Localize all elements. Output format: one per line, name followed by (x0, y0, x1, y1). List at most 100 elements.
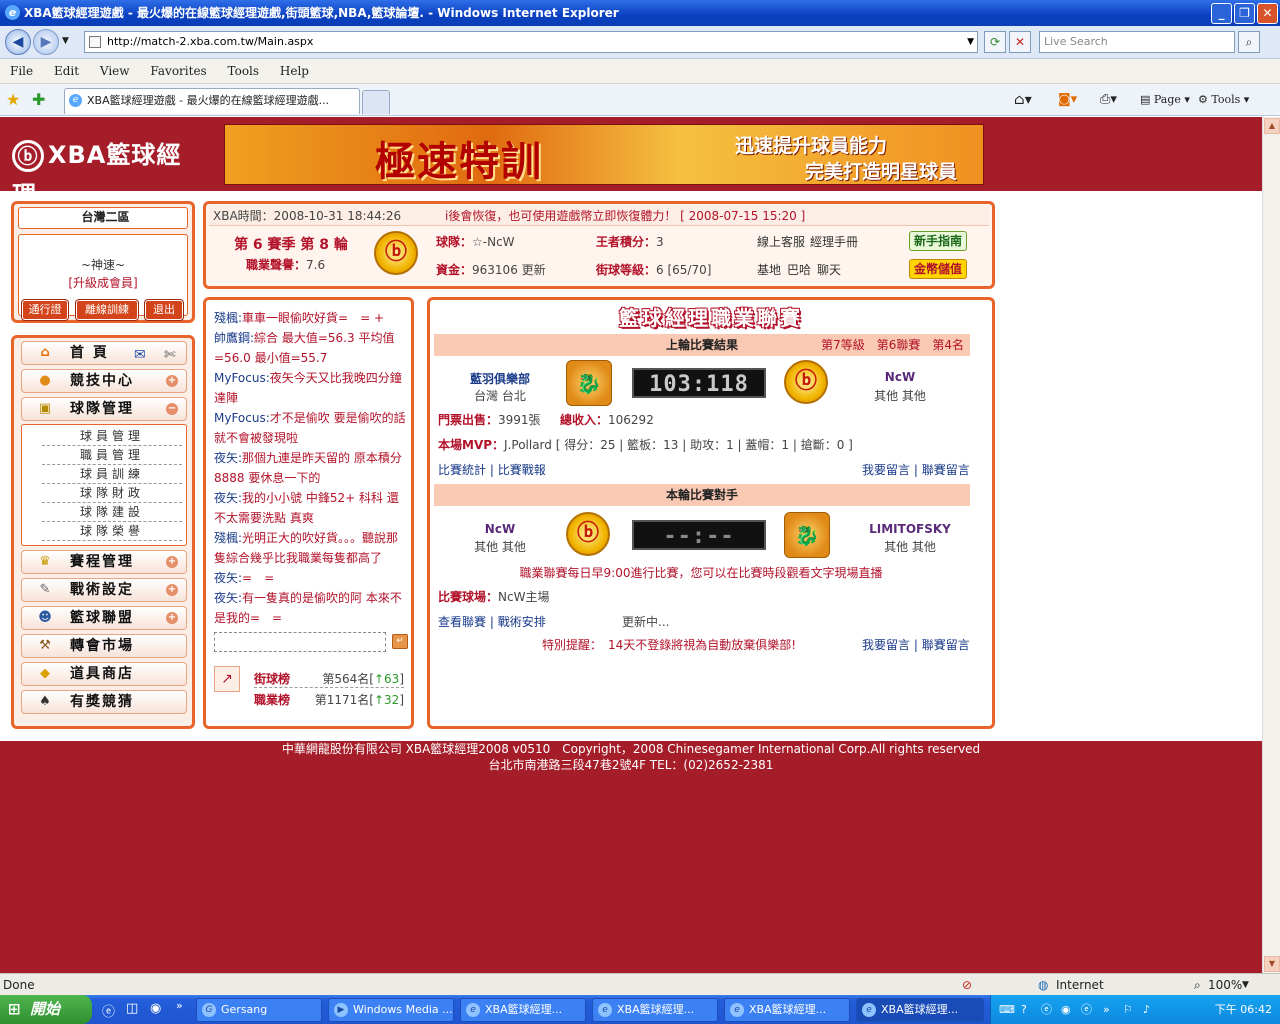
base-link[interactable]: 基地 (757, 261, 781, 278)
nav-transfer-market[interactable]: ⚒ 轉會市場 (21, 634, 187, 658)
add-favorite-icon[interactable]: ✚ (32, 90, 45, 109)
back-button[interactable]: ◀ (5, 29, 31, 55)
offline-training-button[interactable]: 離線訓練 (76, 300, 138, 320)
print-icon[interactable]: ⎙▾ (1100, 90, 1117, 110)
tray-ie-icon[interactable]: ⓔ (1041, 995, 1052, 1024)
chat-sender[interactable]: MyFocus: (214, 411, 270, 425)
blocked-icon[interactable]: ⊘ (962, 974, 972, 996)
leave-message-link[interactable]: 我要留言 (862, 463, 910, 477)
upgrade-link[interactable]: [升級成會員] (18, 274, 188, 291)
chat-sender[interactable]: 夜矢: (214, 591, 242, 605)
help-icon[interactable]: ? (1021, 995, 1027, 1024)
next-home-team[interactable]: NcW (450, 522, 550, 536)
mail-icon[interactable]: ✉ (134, 344, 146, 366)
address-bar[interactable]: http://match-2.xba.com.tw/Main.aspx ▼ (84, 31, 978, 53)
menu-help[interactable]: Help (273, 59, 316, 84)
manual-link[interactable]: 經理手冊 (810, 233, 858, 250)
menu-favorites[interactable]: Favorites (143, 59, 213, 84)
league-message-link-2[interactable]: 聯賽留言 (922, 638, 970, 652)
refresh-button[interactable]: ⟳ (984, 31, 1006, 53)
submenu-finance[interactable]: 球隊財政 (42, 484, 182, 503)
nav-home[interactable]: ⌂ 首 頁 ✉ ✄ (21, 341, 187, 365)
street-rank-row[interactable]: 街球榜 第564名[↑63] (254, 670, 404, 688)
match-stats-link[interactable]: 比賽統計 (438, 463, 486, 477)
task-xba-3[interactable]: e XBA籃球經理... (724, 998, 850, 1022)
tray-volume-icon[interactable]: ♪ (1143, 995, 1150, 1024)
away-team-name[interactable]: NcW (850, 370, 950, 384)
menu-tools[interactable]: Tools (221, 59, 267, 84)
menu-view[interactable]: View (93, 59, 137, 84)
stop-button[interactable]: ✕ (1009, 31, 1031, 53)
next-away-team[interactable]: LIMITOFSKY (850, 522, 970, 536)
search-icon[interactable]: ⌕ (1238, 31, 1260, 53)
tray-ie2-icon[interactable]: ⓔ (1081, 995, 1092, 1024)
promo-banner[interactable]: 極速特訓 迅速提升球員能力 完美打造明星球員 (224, 124, 984, 185)
beginner-guide-button[interactable]: 新手指南 (909, 231, 967, 251)
nav-league[interactable]: ☻ 籃球聯盟 + (21, 606, 187, 630)
clock[interactable]: 下午 06:42 (1215, 1003, 1272, 1016)
tray-media-icon[interactable]: ◉ (1061, 995, 1071, 1024)
submenu-players[interactable]: 球員管理 (42, 427, 182, 446)
submenu-construction[interactable]: 球隊建設 (42, 503, 182, 522)
feeds-icon[interactable]: ◙▾ (1058, 90, 1077, 110)
start-button[interactable]: ⊞ 開始 (0, 995, 92, 1024)
chat-sender[interactable]: 夜矢: (214, 491, 242, 505)
chat-link[interactable]: 聊天 (817, 261, 841, 278)
favorites-star-icon[interactable]: ★ (6, 90, 20, 109)
scroll-down-icon[interactable]: ▼ (1264, 956, 1280, 972)
chat-input[interactable] (214, 632, 386, 652)
away-team-emblem-icon[interactable]: ⓑ (784, 360, 828, 404)
scroll-up-icon[interactable]: ▲ (1264, 118, 1280, 134)
tab-xba[interactable]: e XBA籃球經理遊戲 - 最火爆的在線籃球經理遊戲... (64, 88, 360, 114)
next-home-emblem-icon[interactable]: ⓑ (566, 512, 610, 556)
chat-sender[interactable]: 夜矢: (214, 571, 242, 585)
task-xba-1[interactable]: e XBA籃球經理... (460, 998, 586, 1022)
quicklaunch-desktop-icon[interactable]: ◫ (126, 1001, 138, 1016)
nav-team-management[interactable]: ▣ 球隊管理 − (21, 397, 187, 421)
zoom-dropdown-icon[interactable]: ▼ (1242, 974, 1249, 996)
forward-button[interactable]: ▶ (33, 29, 59, 55)
nav-prize-quiz[interactable]: ♠ 有獎競猜 (21, 690, 187, 714)
nav-tactics[interactable]: ✎ 戰術設定 + (21, 578, 187, 602)
task-xba-4[interactable]: e XBA籃球經理... (856, 998, 984, 1022)
submenu-honors[interactable]: 球隊榮譽 (42, 522, 182, 541)
logout-button[interactable]: 退出 (145, 300, 183, 320)
passport-button[interactable]: 通行證 (22, 300, 68, 320)
search-input[interactable]: Live Search (1039, 31, 1235, 53)
tools-icon[interactable]: ✄ (164, 344, 176, 366)
send-icon[interactable]: ↵ (392, 634, 408, 649)
next-away-emblem-icon[interactable]: 🐉 (784, 512, 830, 558)
page-menu[interactable]: ▤ Page ▾ (1140, 90, 1190, 110)
tactics-link[interactable]: 戰術安排 (498, 615, 546, 629)
league-message-link[interactable]: 聯賽留言 (922, 463, 970, 477)
menu-file[interactable]: File (3, 59, 40, 84)
home-team-emblem-icon[interactable]: 🐉 (566, 360, 612, 406)
chat-sender[interactable]: 夜矢: (214, 451, 242, 465)
view-league-link[interactable]: 查看聯賽 (438, 615, 486, 629)
nav-arena[interactable]: ● 競技中心 + (21, 369, 187, 393)
zoom-icon[interactable]: ⌕ (1194, 974, 1201, 996)
maximize-button[interactable]: ❐ (1234, 3, 1255, 24)
recent-pages-dropdown[interactable]: ▼ (62, 36, 69, 46)
quicklaunch-media-icon[interactable]: ◉ (150, 1001, 161, 1016)
menu-edit[interactable]: Edit (47, 59, 86, 84)
site-logo[interactable]: ⓑXBA籃球經理 (12, 135, 192, 209)
team-emblem-icon[interactable]: ⓑ (374, 231, 418, 275)
tray-expand-icon[interactable]: » (1103, 995, 1110, 1024)
chat-sender[interactable]: 殘楓: (214, 311, 242, 325)
address-dropdown-icon[interactable]: ▼ (967, 32, 974, 52)
refresh-funds-link[interactable]: 更新 (522, 263, 546, 277)
page-scrollbar[interactable]: ▲ ▼ (1262, 117, 1280, 973)
zoom-level[interactable]: 100% (1208, 974, 1242, 996)
submenu-training[interactable]: 球員訓練 (42, 465, 182, 484)
pro-rank-row[interactable]: 職業榜 第1171名[↑32] (254, 691, 404, 709)
chat-sender[interactable]: MyFocus: (214, 371, 270, 385)
home-team-name[interactable]: 藍羽俱樂部 (450, 370, 550, 387)
tools-menu[interactable]: ⚙ Tools ▾ (1198, 90, 1249, 110)
task-windows-media[interactable]: ▶ Windows Media ... (328, 998, 454, 1022)
task-gersang[interactable]: G Gersang (196, 998, 322, 1022)
new-tab-button[interactable] (362, 90, 390, 114)
chat-sender[interactable]: 帥鷹鋼: (214, 331, 254, 345)
leave-message-link-2[interactable]: 我要留言 (862, 638, 910, 652)
tray-network-icon[interactable]: ⚐ (1123, 995, 1133, 1024)
